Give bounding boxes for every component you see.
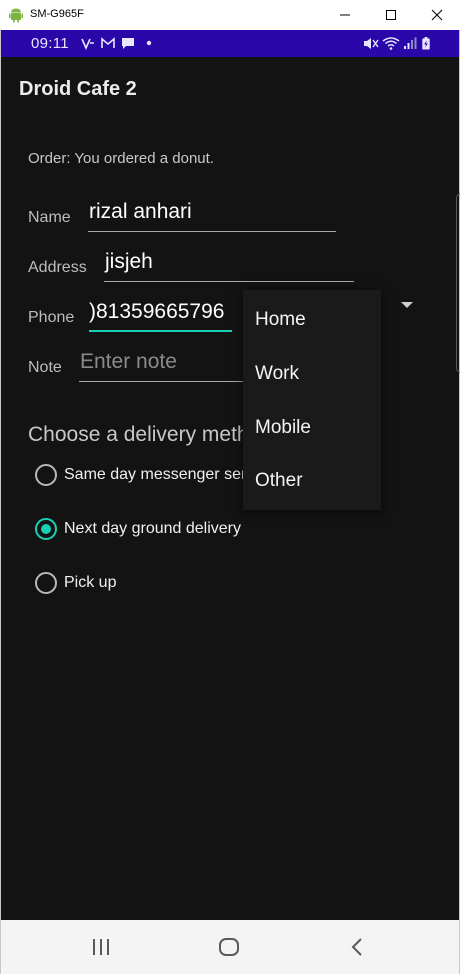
radio-next-day[interactable]: Next day ground delivery [35, 517, 241, 541]
phone-type-dropdown: Home Work Mobile Other [243, 290, 381, 510]
battery-charging-icon [422, 37, 430, 50]
recents-icon [93, 939, 109, 955]
dropdown-item-home[interactable]: Home [255, 309, 306, 331]
order-text: Order: You ordered a donut. [28, 150, 214, 167]
phone-input[interactable]: )81359665796 [89, 300, 232, 332]
wifi-icon [382, 37, 400, 50]
app-title: Droid Cafe 2 [19, 78, 137, 100]
recents-button[interactable] [61, 920, 141, 974]
status-time: 09:11 [31, 35, 69, 52]
dropdown-item-work[interactable]: Work [255, 363, 299, 385]
more-notifications-icon [146, 40, 152, 46]
window-title: SM-G965F [30, 8, 84, 20]
phone-label: Phone [28, 309, 75, 326]
device-screen: 09:11 Droid Cafe 2 Order: You ordered a … [0, 30, 460, 974]
status-bar: 09:11 [1, 30, 459, 57]
window-title-bar: SM-G965F [0, 0, 460, 30]
dropdown-item-mobile[interactable]: Mobile [255, 417, 311, 439]
name-input[interactable]: rizal anhari [88, 200, 336, 232]
gmail-icon [101, 37, 115, 48]
android-icon [9, 8, 23, 23]
name-label: Name [28, 209, 71, 226]
navigation-bar [1, 920, 459, 974]
radio-label: Next day ground delivery [64, 520, 241, 537]
maximize-button[interactable] [368, 0, 414, 30]
maximize-icon [386, 10, 396, 20]
radio-button[interactable] [35, 572, 57, 594]
delivery-heading: Choose a delivery method [28, 423, 258, 446]
address-label: Address [28, 259, 87, 276]
back-button[interactable] [317, 920, 397, 974]
radio-label: Pick up [64, 574, 117, 591]
home-button[interactable] [189, 920, 269, 974]
notification-app-icon [81, 38, 94, 50]
chevron-down-icon[interactable] [401, 302, 413, 308]
close-button[interactable] [414, 0, 460, 30]
radio-button[interactable] [35, 464, 57, 486]
home-icon [219, 938, 239, 956]
dropdown-item-other[interactable]: Other [255, 470, 303, 492]
signal-icon [404, 37, 417, 49]
back-icon [351, 938, 362, 956]
address-input[interactable]: jisjeh [104, 250, 354, 282]
radio-pick-up[interactable]: Pick up [35, 571, 116, 595]
radio-label: Same day messenger service [64, 466, 254, 483]
minimize-icon [340, 14, 350, 16]
close-icon [431, 9, 443, 21]
edge-panel-handle[interactable] [456, 193, 460, 373]
minimize-button[interactable] [322, 0, 368, 30]
note-input[interactable]: Enter note [79, 350, 244, 382]
radio-button-checked[interactable] [35, 518, 57, 540]
radio-same-day[interactable]: Same day messenger service [35, 463, 254, 487]
app-bar: Droid Cafe 2 [1, 57, 459, 121]
note-label: Note [28, 359, 62, 376]
message-icon [122, 38, 134, 49]
mute-icon [364, 38, 379, 49]
